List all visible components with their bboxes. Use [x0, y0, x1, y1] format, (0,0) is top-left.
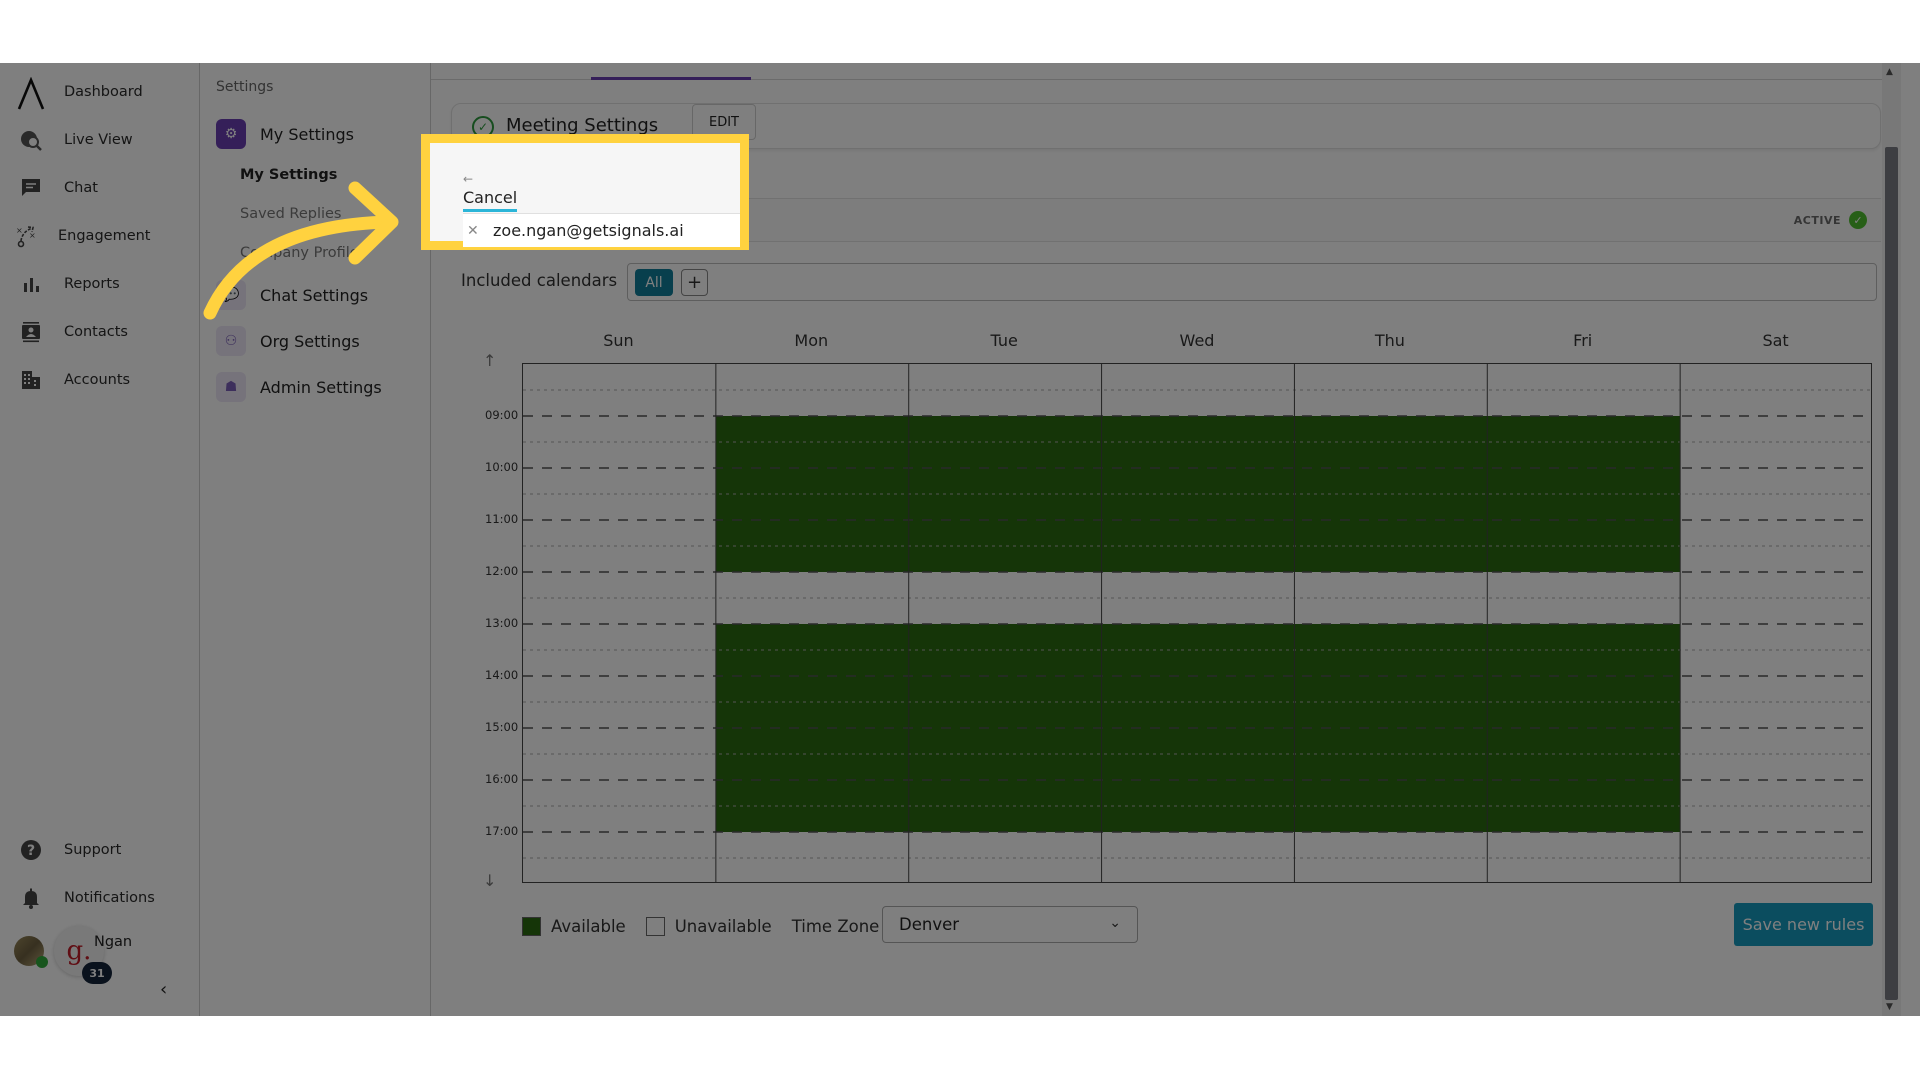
settings-group-my-settings[interactable]: ⚙ My Settings [216, 119, 354, 149]
time-label: 09:00 [485, 408, 519, 422]
weekly-schedule-grid[interactable] [522, 363, 1872, 883]
settings-header: Settings [216, 79, 274, 95]
time-label: 13:00 [485, 616, 519, 630]
cancel-link[interactable]: Cancel [463, 188, 518, 212]
calendar-email-option[interactable]: ✕ zoe.ngan@getsignals.ai [463, 213, 740, 247]
time-label: 11:00 [485, 512, 519, 526]
time-label: 14:00 [485, 668, 519, 682]
calendar-email: zoe.ngan@getsignals.ai [493, 221, 684, 240]
nav-item-support[interactable]: ? Support [18, 835, 121, 865]
legend: Available Unavailable Time Zone [522, 908, 879, 944]
left-nav: Dashboard Live View Chat × × Engagement R… [0, 63, 200, 1016]
nav-item-chat[interactable]: Chat [18, 173, 98, 203]
nav-item-notifications[interactable]: Notifications [18, 883, 155, 913]
settings-group-label: Org Settings [260, 331, 360, 351]
app-window: Dashboard Live View Chat × × Engagement R… [0, 63, 1920, 1016]
collapse-sidebar-button[interactable]: ‹ [160, 979, 167, 1000]
engagement-icon: × × [14, 223, 40, 249]
scroll-earlier-arrow-icon[interactable]: ↑ [483, 351, 496, 370]
bar-chart-icon [18, 271, 44, 297]
available-swatch [522, 916, 541, 936]
settings-group-admin-settings[interactable]: ☗ Admin Settings [216, 372, 382, 402]
nav-label: Dashboard [64, 84, 143, 100]
time-label: 10:00 [485, 460, 519, 474]
chat-bubbles-icon: 💬 [216, 280, 246, 310]
timezone-label: Time Zone [791, 916, 880, 936]
timezone-value: Denver [899, 915, 960, 934]
time-label: 16:00 [485, 772, 519, 786]
chat-icon [18, 175, 44, 201]
chevron-down-icon: ⌄ [1109, 915, 1121, 931]
nav-item-engagement[interactable]: × × Engagement [14, 221, 151, 251]
nav-item-accounts[interactable]: Accounts [18, 365, 130, 395]
day-header-sun: Sun [603, 331, 634, 350]
time-label: 17:00 [485, 824, 519, 838]
day-header-wed: Wed [1179, 331, 1215, 350]
nav-label: Reports [64, 276, 120, 292]
svg-text:×: × [29, 231, 36, 240]
scroll-up-icon[interactable]: ▲ [1886, 67, 1893, 77]
day-header-sat: Sat [1762, 331, 1789, 350]
time-label: 15:00 [485, 720, 519, 734]
scroll-down-icon[interactable]: ▼ [1886, 1002, 1893, 1012]
highlighted-calendar-dropdown: ← Cancel ✕ zoe.ngan@getsignals.ai [421, 134, 749, 250]
building-icon [18, 367, 44, 393]
nav-label: Live View [64, 132, 133, 148]
scroll-later-arrow-icon[interactable]: ↓ [483, 871, 496, 890]
user-name: Ngan [94, 934, 133, 950]
settings-group-label: My Settings [260, 124, 354, 144]
question-icon: ? [18, 837, 44, 863]
legend-available-label: Available [551, 916, 626, 936]
nav-label: Contacts [64, 324, 128, 340]
gear-icon: ⚙ [216, 119, 246, 149]
day-header-tue: Tue [990, 331, 1018, 350]
back-arrow-icon[interactable]: ← [463, 172, 473, 186]
notification-count-badge: 31 [82, 962, 112, 984]
user-profile[interactable]: g. Ngan 31 [14, 926, 194, 986]
legend-unavailable-label: Unavailable [674, 916, 772, 936]
settings-group-label: Admin Settings [260, 377, 382, 397]
nav-item-contacts[interactable]: Contacts [18, 317, 128, 347]
online-status-dot [36, 956, 48, 968]
settings-group-chat-settings[interactable]: 💬 Chat Settings [216, 280, 368, 310]
settings-group-label: Chat Settings [260, 285, 369, 305]
svg-text:?: ? [27, 843, 35, 859]
nav-item-live-view[interactable]: Live View [18, 125, 133, 155]
nav-label: Chat [64, 180, 98, 196]
nav-item-dashboard[interactable]: Dashboard [64, 77, 143, 107]
contact-card-icon [18, 319, 44, 345]
scrollbar-thumb[interactable] [1885, 147, 1898, 1000]
settings-group-org-settings[interactable]: ⚇ Org Settings [216, 326, 360, 356]
time-label: 12:00 [485, 564, 519, 578]
settings-sub-my-settings[interactable]: My Settings [240, 167, 337, 183]
nav-label: Notifications [64, 890, 155, 906]
save-rules-button[interactable]: Save new rules [1734, 903, 1873, 946]
settings-sub-saved-replies[interactable]: Saved Replies [240, 206, 342, 222]
bell-icon [18, 885, 44, 911]
nav-label: Accounts [64, 372, 131, 388]
admin-icon: ☗ [216, 372, 246, 402]
org-people-icon: ⚇ [216, 326, 246, 356]
settings-sub-company-profile[interactable]: Company Profile [240, 245, 359, 261]
day-header-mon: Mon [794, 331, 829, 350]
timezone-select[interactable]: Denver ⌄ [882, 906, 1138, 943]
day-header-thu: Thu [1374, 331, 1405, 350]
nav-label: Support [64, 842, 122, 858]
vertical-scrollbar[interactable]: ▲ ▼ [1882, 63, 1901, 1016]
day-header-fri: Fri [1573, 331, 1593, 350]
logo-icon[interactable] [16, 77, 46, 111]
live-view-icon [18, 127, 44, 153]
settings-panel: Settings ⚙ My Settings My Settings Saved… [200, 63, 431, 1016]
unavailable-swatch [645, 916, 665, 936]
remove-icon[interactable]: ✕ [467, 223, 483, 239]
nav-item-reports[interactable]: Reports [18, 269, 120, 299]
nav-label: Engagement [58, 228, 151, 244]
svg-text:×: × [16, 226, 23, 235]
